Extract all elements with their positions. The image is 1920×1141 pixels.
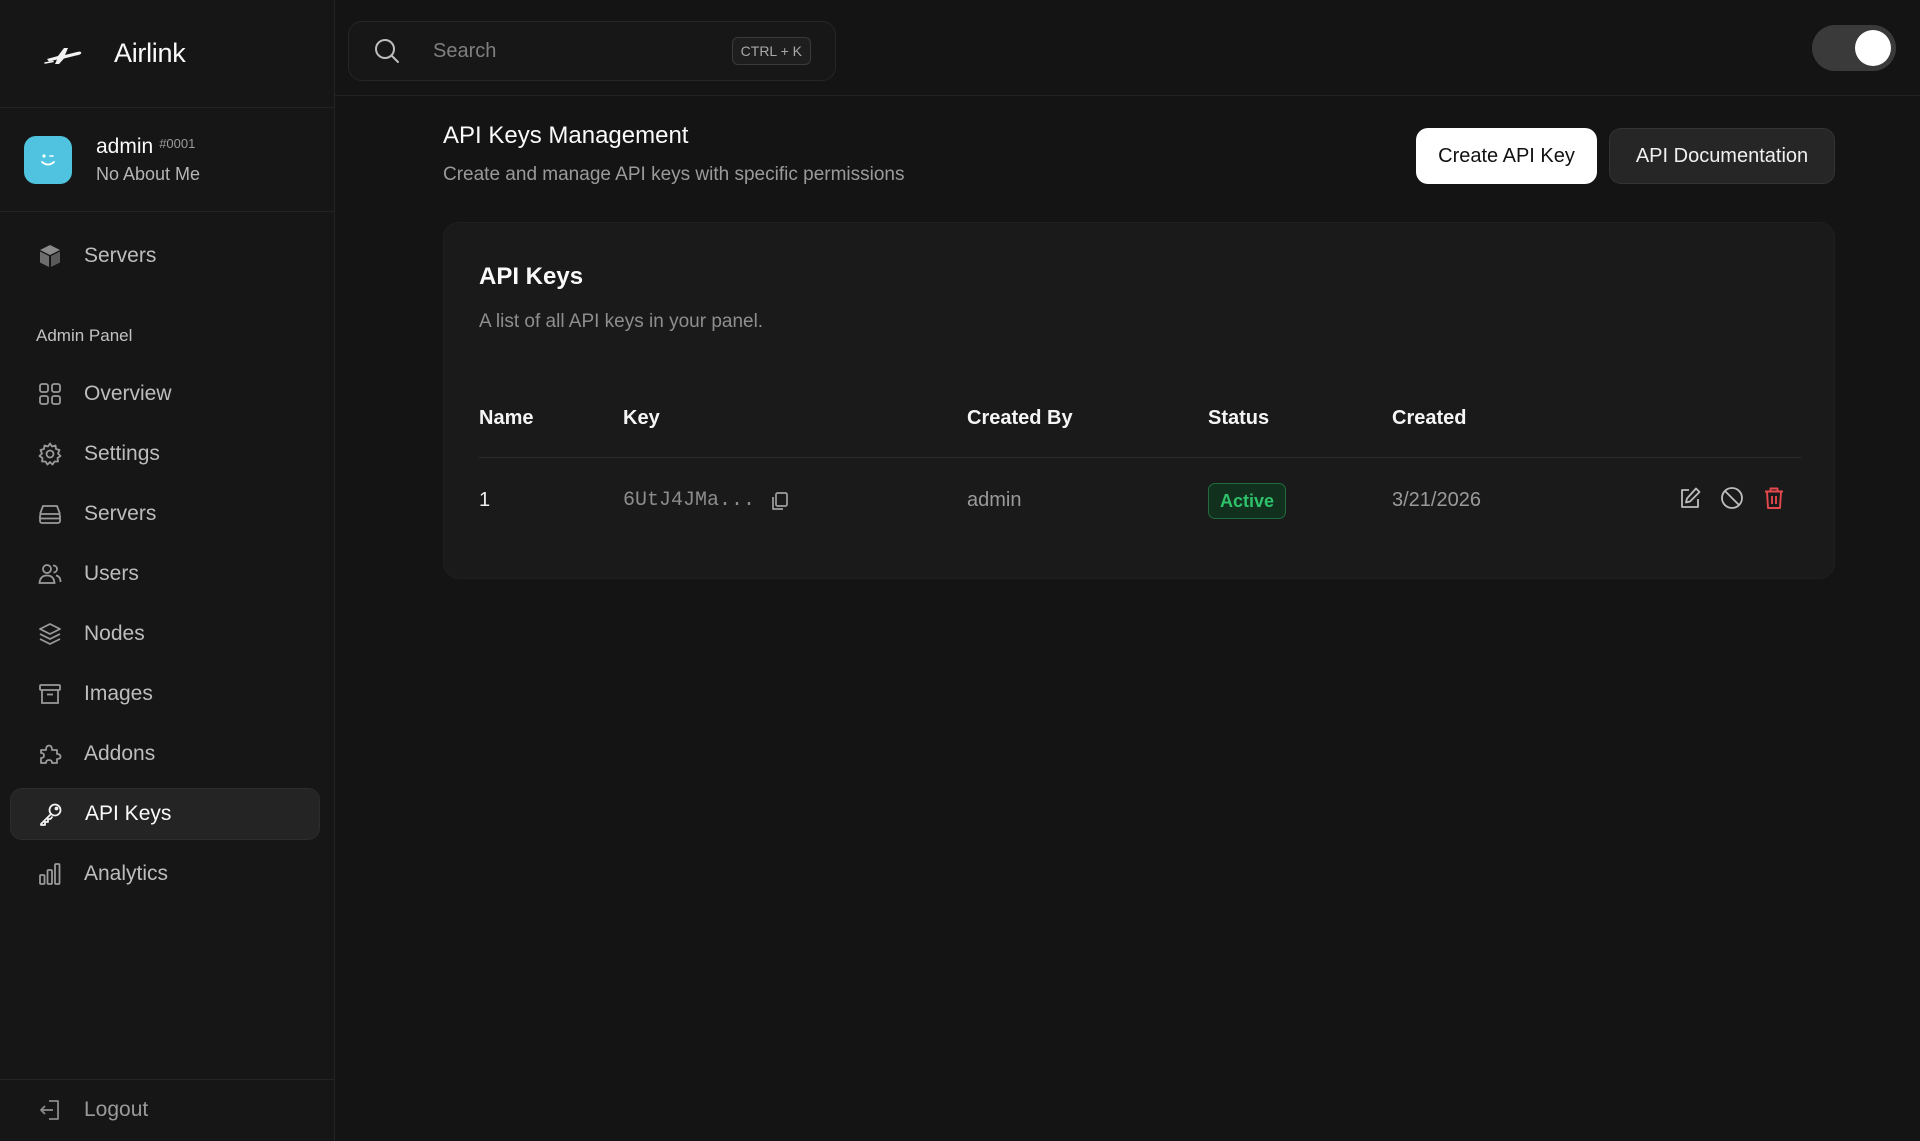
users-icon <box>36 560 64 588</box>
topbar: Search CTRL + K <box>335 0 1920 96</box>
sidebar-item-overview[interactable]: Overview <box>10 368 320 420</box>
key-icon <box>37 800 65 828</box>
header-divider <box>479 457 1801 458</box>
edit-icon[interactable] <box>1675 483 1705 513</box>
key-value: 6UtJ4JMa... <box>623 489 756 512</box>
cell-name: 1 <box>479 489 491 511</box>
cell-created-by: admin <box>967 489 1022 511</box>
sidebar-item-settings[interactable]: Settings <box>10 428 320 480</box>
bar-chart-icon <box>36 860 64 888</box>
delete-icon[interactable] <box>1759 483 1789 513</box>
sidebar-item-servers[interactable]: Servers <box>10 488 320 540</box>
user-about: No About Me <box>96 163 201 184</box>
sidebar: Airlink admin #0001 No About Me Servers … <box>0 0 335 1141</box>
user-profile[interactable]: admin #0001 No About Me <box>0 108 334 212</box>
logout-icon <box>36 1096 64 1124</box>
revoke-icon[interactable] <box>1717 483 1747 513</box>
main-content: Search CTRL + K API Keys Management Crea… <box>335 0 1920 1141</box>
user-tag: #0001 <box>159 135 196 151</box>
page-subtitle: Create and manage API keys with specific… <box>443 164 905 185</box>
search-icon <box>375 39 399 63</box>
api-keys-card: API Keys A list of all API keys in your … <box>443 222 1835 579</box>
search-shortcut: CTRL + K <box>731 37 811 65</box>
column-header-created: Created <box>1392 407 1467 429</box>
puzzle-icon <box>36 740 64 768</box>
airplane-icon <box>44 47 82 64</box>
column-header-status: Status <box>1208 407 1270 429</box>
sidebar-item-label: API Keys <box>85 802 172 825</box>
page-title: API Keys Management <box>443 122 689 149</box>
copy-icon[interactable] <box>769 490 791 512</box>
theme-toggle[interactable] <box>1812 25 1896 71</box>
grid-icon <box>36 380 64 408</box>
sidebar-item-servers-top[interactable]: Servers <box>10 230 320 282</box>
search-input[interactable]: Search CTRL + K <box>348 21 836 81</box>
brand[interactable]: Airlink <box>0 0 334 108</box>
sidebar-item-analytics[interactable]: Analytics <box>10 848 320 900</box>
sidebar-item-label: Analytics <box>84 862 169 885</box>
api-documentation-button[interactable]: API Documentation <box>1609 128 1835 184</box>
card-subtitle: A list of all API keys in your panel. <box>479 311 764 332</box>
sidebar-item-users[interactable]: Users <box>10 548 320 600</box>
column-header-name: Name <box>479 407 534 429</box>
avatar <box>24 135 72 184</box>
cube-icon <box>36 242 64 270</box>
column-header-created-by: Created By <box>967 407 1073 429</box>
sidebar-item-label: Nodes <box>84 622 145 645</box>
cell-key: 6UtJ4JMa... <box>623 489 791 512</box>
logout-button[interactable]: Logout <box>10 1084 320 1136</box>
search-placeholder: Search <box>433 39 497 62</box>
sidebar-item-label: Images <box>84 682 153 705</box>
sidebar-item-nodes[interactable]: Nodes <box>10 608 320 660</box>
sidebar-item-label: Settings <box>84 442 160 465</box>
layers-icon <box>36 620 64 648</box>
archive-icon <box>36 680 64 708</box>
section-label-admin-panel: Admin Panel <box>36 326 133 345</box>
toggle-knob <box>1855 30 1891 66</box>
sidebar-footer: Logout <box>0 1079 334 1141</box>
create-api-key-button[interactable]: Create API Key <box>1416 128 1597 184</box>
sidebar-item-label: Users <box>84 562 139 585</box>
gear-icon <box>36 440 64 468</box>
sidebar-item-label: Addons <box>84 742 156 765</box>
username: admin <box>96 134 154 158</box>
card-title: API Keys <box>479 263 584 290</box>
column-header-key: Key <box>623 407 660 429</box>
status-badge: Active <box>1208 483 1287 519</box>
server-icon <box>36 500 64 528</box>
row-actions <box>1663 483 1789 513</box>
sidebar-item-label: Overview <box>84 382 172 405</box>
sidebar-item-label: Servers <box>84 244 157 267</box>
sidebar-item-images[interactable]: Images <box>10 668 320 720</box>
smiley-icon <box>41 153 55 165</box>
sidebar-item-addons[interactable]: Addons <box>10 728 320 780</box>
sidebar-item-label: Servers <box>84 502 157 525</box>
sidebar-item-api-keys[interactable]: API Keys <box>10 788 320 840</box>
logout-label: Logout <box>84 1098 149 1121</box>
cell-created: 3/21/2026 <box>1392 489 1481 511</box>
page-header: API Keys Management Create and manage AP… <box>443 122 905 186</box>
brand-name: Airlink <box>114 38 186 68</box>
